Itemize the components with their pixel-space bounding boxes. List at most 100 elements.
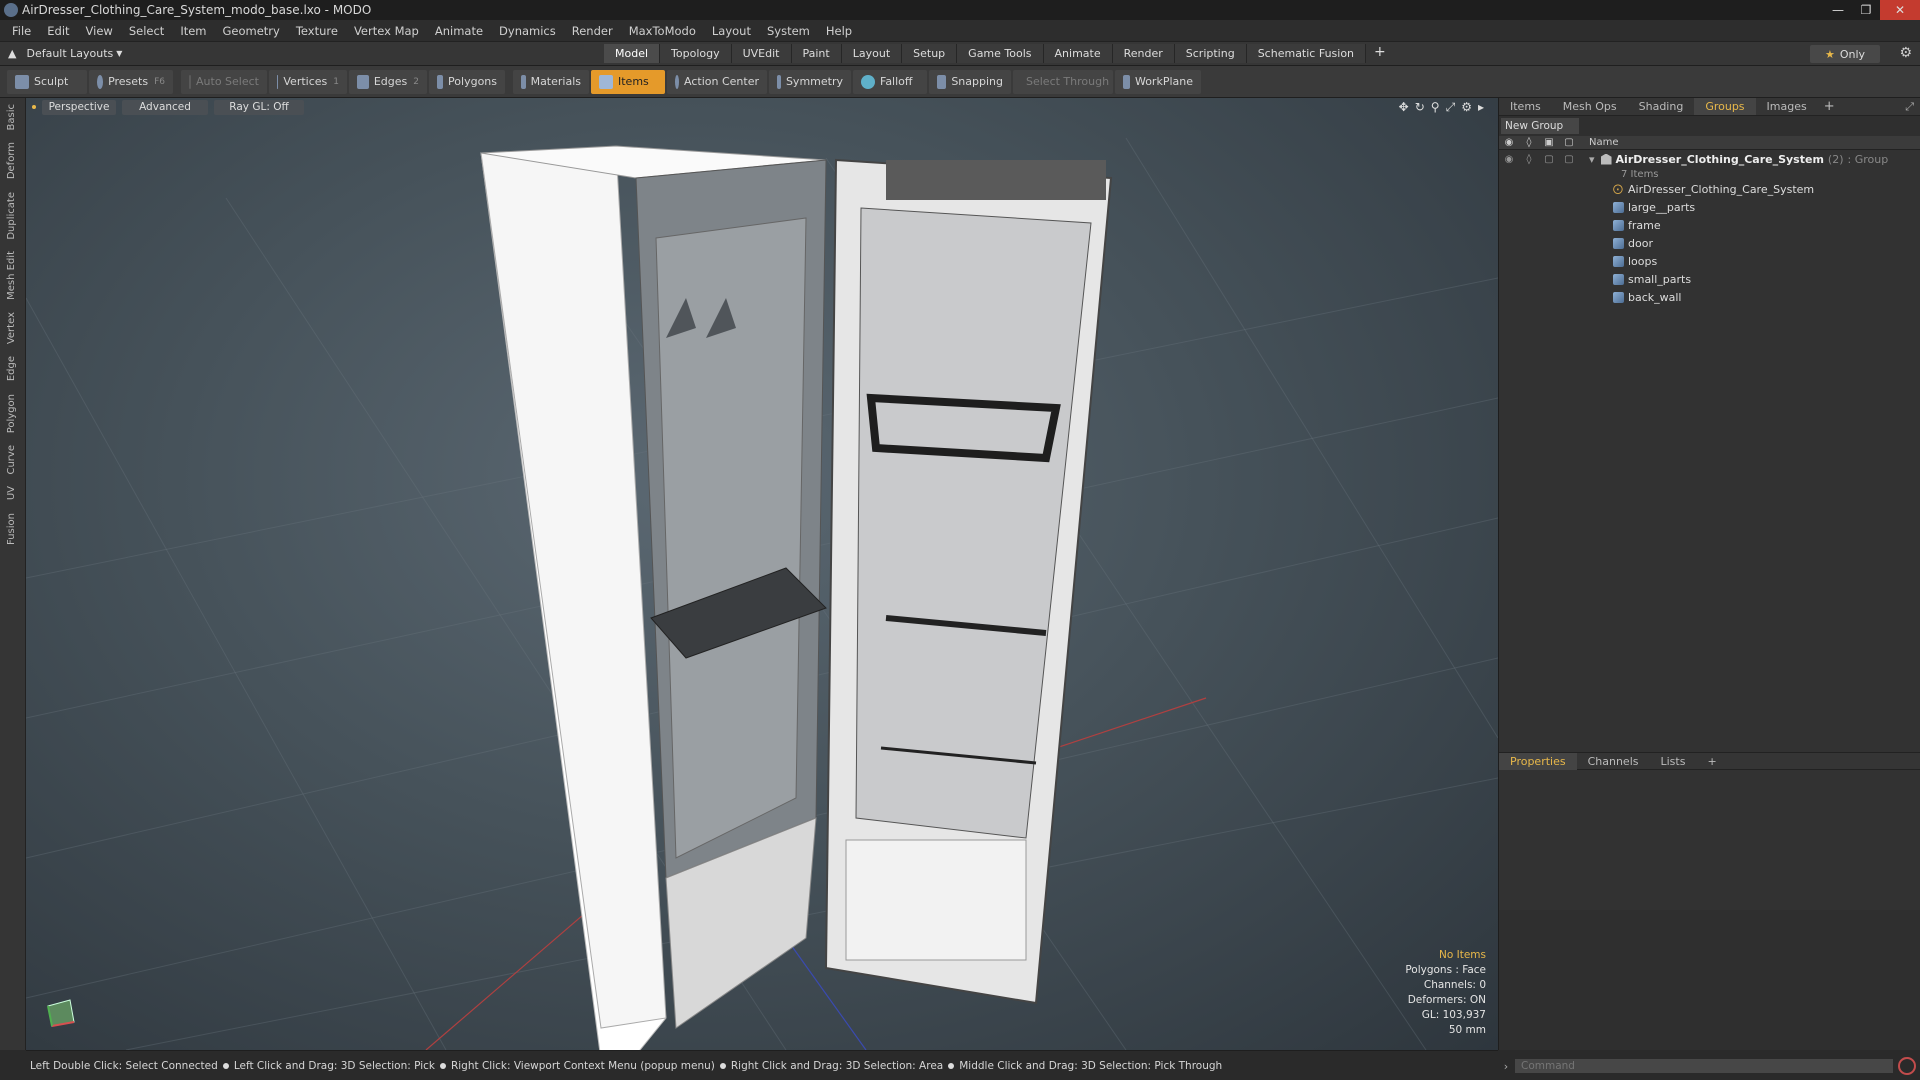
restore-icon[interactable]: ❐ xyxy=(1852,0,1880,20)
fit-view-icon[interactable]: ⤢ xyxy=(1446,100,1456,115)
left-tab-curve[interactable]: Curve xyxy=(6,439,17,481)
vertices-button[interactable]: Vertices 1 xyxy=(269,69,347,94)
default-layouts-dropdown[interactable]: ▲ Default Layouts ▼ xyxy=(0,47,122,60)
group-row[interactable]: ◉ ◊ ▢ ▢ ▾ AirDresser_Clothing_Care_Syste… xyxy=(1499,150,1920,168)
auto-select-button[interactable]: Auto Select xyxy=(181,69,267,94)
left-tab-mesh-edit[interactable]: Mesh Edit xyxy=(6,245,17,306)
tab-images[interactable]: Images xyxy=(1756,98,1818,115)
new-group-button[interactable]: New Group xyxy=(1501,118,1579,134)
list-item[interactable]: frame xyxy=(1499,216,1920,234)
list-item[interactable]: large__parts xyxy=(1499,198,1920,216)
tab-render[interactable]: Render xyxy=(1112,44,1175,63)
tab-game-tools[interactable]: Game Tools xyxy=(957,44,1044,63)
list-item[interactable]: door xyxy=(1499,234,1920,252)
gear-icon[interactable]: ⚙ xyxy=(1899,45,1912,61)
list-item[interactable]: ⨀ AirDresser_Clothing_Care_System xyxy=(1499,180,1920,198)
polygons-button[interactable]: Polygons xyxy=(429,69,505,94)
row-lock-icon[interactable]: ▢ xyxy=(1539,154,1559,165)
presets-button[interactable]: Presets F6 xyxy=(89,69,173,94)
list-item[interactable]: back_wall xyxy=(1499,288,1920,306)
menu-system[interactable]: System xyxy=(759,24,818,38)
left-tab-vertex[interactable]: Vertex xyxy=(6,306,17,350)
list-item[interactable]: small_parts xyxy=(1499,270,1920,288)
tab-items[interactable]: Items xyxy=(1499,98,1552,115)
close-icon[interactable]: ✕ xyxy=(1880,0,1920,20)
add-panel-tab-icon[interactable]: + xyxy=(1818,99,1841,114)
menu-item[interactable]: Item xyxy=(172,24,214,38)
menu-dynamics[interactable]: Dynamics xyxy=(491,24,564,38)
sculpt-button[interactable]: Sculpt xyxy=(7,69,87,94)
tab-model[interactable]: Model xyxy=(604,44,661,63)
left-tab-uv[interactable]: UV xyxy=(6,480,17,506)
advanced-button[interactable]: Advanced xyxy=(122,99,208,115)
panel-expand-icon[interactable]: ⤢ xyxy=(1899,100,1920,114)
command-input[interactable] xyxy=(1514,1058,1894,1074)
tab-uvedit[interactable]: UVEdit xyxy=(731,44,792,63)
row-select-icon[interactable]: ▢ xyxy=(1559,154,1579,165)
menu-file[interactable]: File xyxy=(4,24,39,38)
menu-view[interactable]: View xyxy=(78,24,121,38)
minimize-icon[interactable]: — xyxy=(1824,0,1852,20)
tab-layout[interactable]: Layout xyxy=(841,44,903,63)
tab-setup[interactable]: Setup xyxy=(902,44,958,63)
3d-viewport[interactable]: Perspective Advanced Ray GL: Off ✥ ↻ ⚲ ⤢… xyxy=(26,98,1498,1050)
viewport-expand-icon[interactable]: ▸ xyxy=(1478,100,1484,115)
eye-icon[interactable]: ◉ xyxy=(1499,137,1519,148)
menu-animate[interactable]: Animate xyxy=(427,24,491,38)
menu-edit[interactable]: Edit xyxy=(39,24,77,38)
select-through-button[interactable]: Select Through xyxy=(1013,69,1113,94)
row-render-icon[interactable]: ◊ xyxy=(1519,154,1539,165)
tab-shading[interactable]: Shading xyxy=(1628,98,1695,115)
left-tab-deform[interactable]: Deform xyxy=(6,136,17,185)
menu-vertex-map[interactable]: Vertex Map xyxy=(346,24,427,38)
row-eye-icon[interactable]: ◉ xyxy=(1499,154,1519,165)
left-tab-duplicate[interactable]: Duplicate xyxy=(6,186,17,246)
viewport-menu-dot[interactable] xyxy=(32,105,36,109)
symmetry-button[interactable]: Symmetry xyxy=(769,69,851,94)
tab-channels[interactable]: Channels xyxy=(1577,753,1650,770)
zoom-view-icon[interactable]: ⚲ xyxy=(1431,100,1440,115)
menu-select[interactable]: Select xyxy=(121,24,172,38)
left-tab-edge[interactable]: Edge xyxy=(6,350,17,387)
tab-lists[interactable]: Lists xyxy=(1650,753,1697,770)
add-prop-tab-icon[interactable]: + xyxy=(1696,753,1727,770)
only-button[interactable]: ★ Only xyxy=(1810,45,1880,63)
tab-scripting[interactable]: Scripting xyxy=(1174,44,1247,63)
menu-help[interactable]: Help xyxy=(818,24,860,38)
action-center-button[interactable]: Action Center xyxy=(667,69,767,94)
snapping-button[interactable]: Snapping xyxy=(929,69,1011,94)
left-tab-polygon[interactable]: Polygon xyxy=(6,388,17,439)
tab-paint[interactable]: Paint xyxy=(791,44,842,63)
menu-texture[interactable]: Texture xyxy=(288,24,346,38)
edges-button[interactable]: Edges 2 xyxy=(349,69,427,94)
expand-arrow-icon[interactable]: ▾ xyxy=(1589,153,1595,166)
menu-maxtomodo[interactable]: MaxToModo xyxy=(621,24,704,38)
select-icon[interactable]: ▢ xyxy=(1559,137,1579,148)
list-item[interactable]: loops xyxy=(1499,252,1920,270)
raygl-button[interactable]: Ray GL: Off xyxy=(214,99,304,115)
falloff-button[interactable]: Falloff xyxy=(853,69,927,94)
items-button[interactable]: Items xyxy=(591,69,665,94)
tab-topology[interactable]: Topology xyxy=(660,44,732,63)
render-icon[interactable]: ◊ xyxy=(1519,137,1539,148)
tab-properties[interactable]: Properties xyxy=(1499,752,1577,770)
move-view-icon[interactable]: ✥ xyxy=(1399,100,1409,115)
air-dresser-model[interactable] xyxy=(26,98,1498,1050)
add-tab-icon[interactable]: + xyxy=(1366,44,1394,63)
viewport-gear-icon[interactable]: ⚙ xyxy=(1461,100,1472,115)
left-tab-basic[interactable]: Basic xyxy=(6,98,17,136)
name-column-header[interactable]: Name xyxy=(1589,137,1619,148)
workplane-button[interactable]: WorkPlane xyxy=(1115,69,1201,94)
rotate-view-icon[interactable]: ↻ xyxy=(1415,100,1425,115)
command-stop-icon[interactable] xyxy=(1898,1057,1916,1075)
menu-layout[interactable]: Layout xyxy=(704,24,759,38)
menu-render[interactable]: Render xyxy=(564,24,621,38)
menu-geometry[interactable]: Geometry xyxy=(215,24,288,38)
groups-list[interactable]: ◉ ◊ ▢ ▢ ▾ AirDresser_Clothing_Care_Syste… xyxy=(1499,150,1920,910)
tab-schematic-fusion[interactable]: Schematic Fusion xyxy=(1246,44,1367,63)
materials-button[interactable]: Materials xyxy=(513,69,589,94)
tab-animate[interactable]: Animate xyxy=(1043,44,1113,63)
tab-groups[interactable]: Groups xyxy=(1694,98,1756,115)
perspective-button[interactable]: Perspective xyxy=(42,99,116,115)
tab-mesh-ops[interactable]: Mesh Ops xyxy=(1552,98,1628,115)
